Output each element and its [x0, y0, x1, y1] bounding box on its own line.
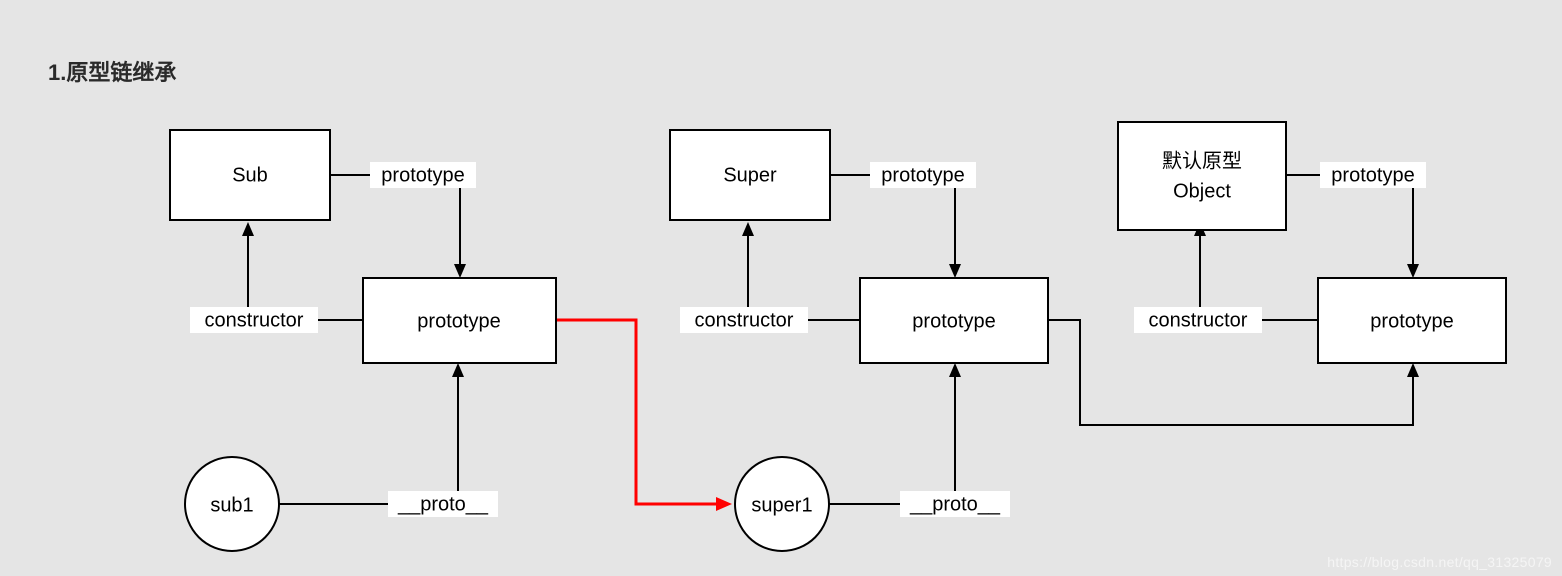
svg-text:Sub: Sub	[232, 164, 268, 186]
edge-protoSuper-constructor	[742, 222, 860, 320]
edge-protoObj-constructor	[1194, 222, 1318, 320]
node-super1: super1	[735, 457, 829, 551]
svg-text:prototype: prototype	[1331, 164, 1414, 186]
svg-text:constructor: constructor	[205, 309, 304, 331]
svg-text:constructor: constructor	[1149, 309, 1248, 331]
svg-text:prototype: prototype	[417, 310, 500, 332]
node-object: 默认原型 Object	[1118, 122, 1286, 230]
node-sub1: sub1	[185, 457, 279, 551]
node-sub: Sub	[170, 130, 330, 220]
edge-super1-proto	[829, 363, 961, 504]
label-protoObj-constructor: constructor	[1134, 307, 1262, 333]
svg-text:prototype: prototype	[881, 164, 964, 186]
edge-protoSub-to-super1	[556, 320, 732, 511]
svg-text:constructor: constructor	[695, 309, 794, 331]
watermark: https://blog.csdn.net/qq_31325079	[1327, 554, 1552, 570]
label-sub-prototype: prototype	[370, 162, 476, 188]
edge-sub1-proto	[279, 363, 464, 504]
diagram-svg: prototype prototype prototype constructo…	[0, 0, 1562, 576]
edge-super-prototype	[830, 175, 961, 278]
svg-text:默认原型: 默认原型	[1162, 149, 1242, 172]
edge-sub-prototype	[330, 175, 466, 278]
label-protoSuper-constructor: constructor	[680, 307, 808, 333]
label-super-prototype: prototype	[870, 162, 976, 188]
label-sub1-proto: __proto__	[388, 491, 498, 517]
svg-text:__proto__: __proto__	[397, 493, 489, 515]
svg-text:sub1: sub1	[210, 494, 253, 516]
label-protoSub-constructor: constructor	[190, 307, 318, 333]
node-proto-sub: prototype	[363, 278, 556, 363]
svg-text:Object: Object	[1173, 180, 1231, 202]
node-proto-obj: prototype	[1318, 278, 1506, 363]
node-proto-super: prototype	[860, 278, 1048, 363]
svg-text:prototype: prototype	[1370, 310, 1453, 332]
svg-text:prototype: prototype	[381, 164, 464, 186]
svg-text:prototype: prototype	[912, 310, 995, 332]
edge-object-prototype	[1285, 175, 1419, 278]
node-super: Super	[670, 130, 830, 220]
label-super1-proto: __proto__	[900, 491, 1010, 517]
edge-protoSub-constructor	[242, 222, 363, 320]
svg-text:__proto__: __proto__	[909, 493, 1001, 515]
svg-text:Super: Super	[723, 164, 777, 186]
label-object-prototype: prototype	[1320, 162, 1426, 188]
svg-text:super1: super1	[751, 494, 812, 516]
